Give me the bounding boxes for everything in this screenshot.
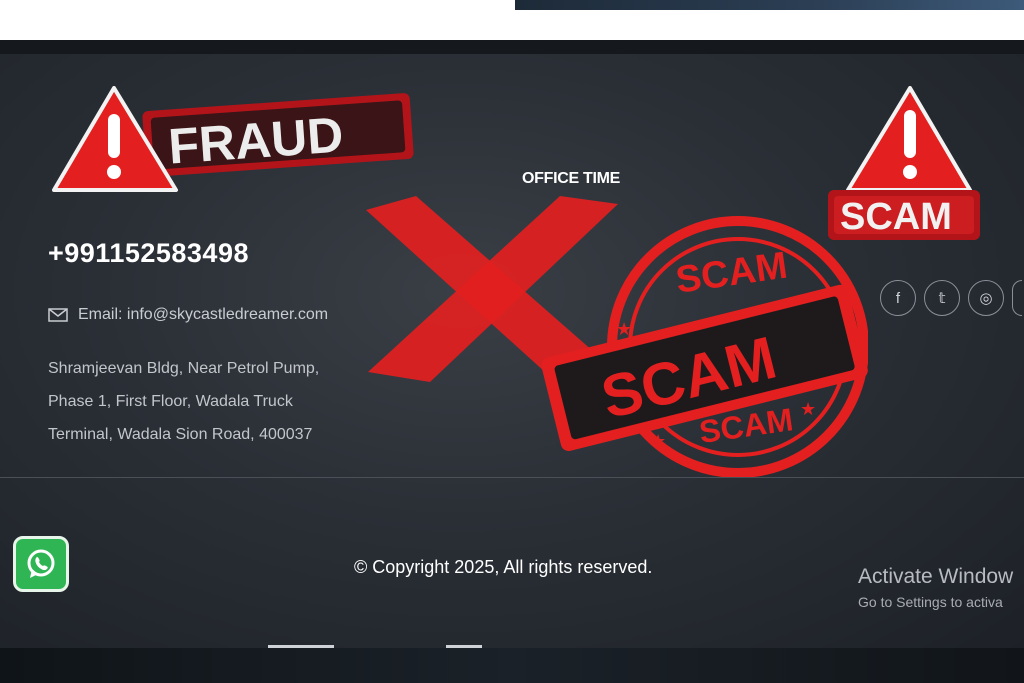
- next-section-edge: [0, 648, 1024, 683]
- footer-divider: [0, 477, 1024, 478]
- windows-activation-title: Activate Window: [858, 565, 1014, 588]
- email-row[interactable]: Email: info@skycastledreamer.com: [48, 306, 328, 324]
- email-text[interactable]: Email: info@skycastledreamer.com: [78, 306, 328, 324]
- whatsapp-icon: [27, 549, 55, 578]
- scam-stamp-seal: SCAM SCAM SCAM ★ ★ ★ ★: [541, 216, 868, 478]
- instagram-icon[interactable]: ◎: [968, 280, 1004, 316]
- stamp-top-text: SCAM: [673, 245, 790, 302]
- svg-text:★: ★: [650, 431, 666, 451]
- mail-icon: [48, 308, 68, 322]
- slider-indicator[interactable]: [268, 645, 334, 648]
- section-divider: [0, 40, 1024, 54]
- svg-text:★: ★: [834, 283, 850, 303]
- office-time-heading: OFFICE TIME: [522, 170, 621, 187]
- twitter-icon[interactable]: 𝕥: [924, 280, 960, 316]
- header-photo-edge: [515, 0, 1024, 10]
- office-address: Shramjeevan Bldg, Near Petrol Pump, Phas…: [48, 352, 388, 451]
- social-links: f 𝕥 ◎: [880, 280, 1022, 316]
- slider-indicator[interactable]: [446, 645, 482, 648]
- fraud-warning-badge: FRAUD: [52, 86, 414, 192]
- address-line: Phase 1, First Floor, Wadala Truck: [48, 393, 293, 410]
- whatsapp-button[interactable]: [13, 536, 69, 592]
- svg-text:★: ★: [616, 319, 632, 339]
- address-line: Terminal, Wadala Sion Road, 400037: [48, 426, 313, 443]
- windows-activation-subtitle: Go to Settings to activa: [858, 594, 1003, 610]
- facebook-icon[interactable]: f: [880, 280, 916, 316]
- scam-warning-badge: SCAM: [828, 86, 980, 240]
- social-icon-partial[interactable]: [1012, 280, 1022, 316]
- svg-text:★: ★: [800, 399, 816, 419]
- phone-number[interactable]: +991152583498: [48, 238, 249, 269]
- address-line: Shramjeevan Bldg, Near Petrol Pump,: [48, 360, 320, 377]
- scam-text: SCAM: [840, 196, 952, 238]
- copyright-text: © Copyright 2025, All rights reserved.: [354, 557, 653, 577]
